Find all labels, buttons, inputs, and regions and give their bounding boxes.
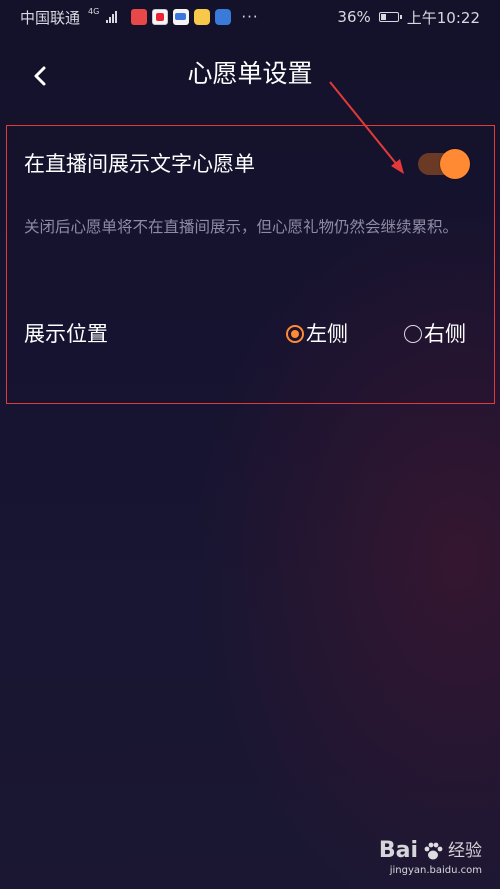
paw-icon [424,842,443,860]
wishlist-display-description: 关闭后心愿单将不在直播间展示，但心愿礼物仍然会继续累积。 [24,218,459,236]
back-button[interactable] [20,56,60,96]
app-notification-icon [131,9,148,25]
watermark-brand-suffix: 经验 [448,841,482,861]
display-position-label: 展示位置 [24,322,108,346]
watermark-brand: Bai [378,838,418,863]
chevron-left-icon [34,66,46,86]
signal-icon [106,11,118,23]
annotation-arrow [329,81,404,174]
radio-option-label: 右侧 [424,322,466,346]
status-bar-right: 36% 上午10:22 [337,0,480,34]
watermark-url: jingyan.baidu.com [389,865,482,876]
toggle-knob [440,149,470,179]
watermark-logo: Bai 经验 [379,838,482,864]
battery-fill [380,14,386,20]
more-notifications-icon: ··· [241,8,259,26]
radio-option-left[interactable]: 左侧 [286,316,348,352]
wishlist-display-label: 在直播间展示文字心愿单 [24,152,255,176]
radio-option-right[interactable]: 右侧 [404,316,466,352]
radio-unchecked-icon [404,325,422,343]
clock: 上午10:22 [406,8,480,27]
carrier-name: 中国联通 [20,8,81,27]
battery-icon [378,12,402,22]
app-notification-icon [194,9,211,25]
battery-percent: 36% [337,8,371,26]
app-notification-icon [152,9,169,25]
radio-option-label: 左侧 [306,322,348,346]
baidu-jingyan-watermark: Bai 经验 jingyan.baidu.com [379,838,482,877]
network-type: 4G [88,7,100,16]
notification-icons [131,9,232,25]
wishlist-display-toggle[interactable] [418,149,470,179]
page-title: 心愿单设置 [187,59,313,88]
app-notification-icon [173,9,190,25]
status-bar-left: 中国联通 4G ··· [20,0,259,34]
app-notification-icon [215,9,232,25]
radio-checked-icon [286,325,304,343]
status-bar: 中国联通 4G ··· 36% 上午10:22 [0,0,500,34]
